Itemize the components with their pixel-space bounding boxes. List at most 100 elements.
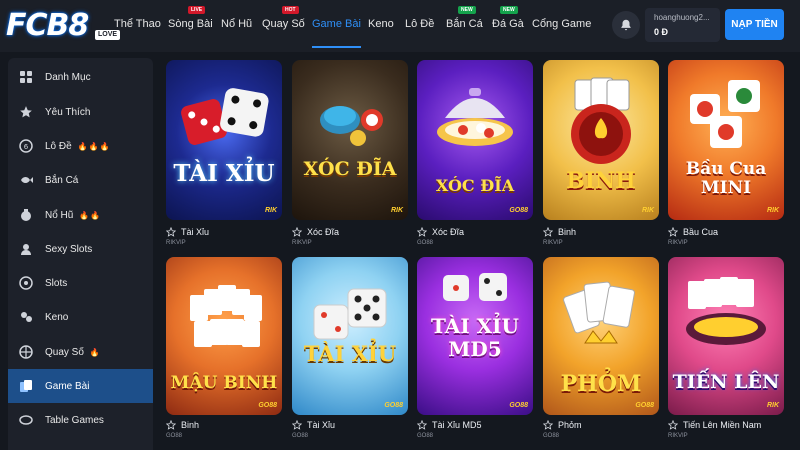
provider-logo: RIK bbox=[766, 402, 779, 409]
provider-logo: RIK bbox=[390, 207, 403, 214]
sidebar-item-label: Yêu Thích bbox=[45, 106, 91, 118]
game-name: Binh bbox=[181, 420, 200, 430]
deposit-button[interactable]: NẠP TIỀN bbox=[725, 9, 784, 40]
baucua-dice-icon bbox=[690, 80, 760, 148]
provider-logo: RIK bbox=[641, 207, 654, 214]
favorite-star-icon[interactable] bbox=[417, 420, 427, 430]
sidebar-item-keno[interactable]: Keno bbox=[8, 300, 153, 334]
site-logo[interactable]: FCB8 LOVE bbox=[6, 8, 121, 43]
sidebar-item-slots[interactable]: Slots bbox=[8, 266, 153, 300]
keno-icon bbox=[18, 309, 34, 325]
nav-song-bai[interactable]: Sòng Bài LIVE bbox=[168, 6, 213, 31]
notification-bell-icon[interactable] bbox=[612, 11, 640, 39]
provider-logo: GO88 bbox=[509, 207, 528, 214]
sidebar-item-label: Danh Mục bbox=[45, 71, 91, 83]
sidebar-item-ban-ca[interactable]: Bắn Cá bbox=[8, 163, 153, 197]
fish-icon bbox=[18, 172, 34, 188]
fire-icon: 🔥 bbox=[89, 347, 101, 357]
nav-ban-ca[interactable]: Bắn Cá NEW bbox=[446, 6, 483, 31]
game-card[interactable]: XÓC ĐĨA RIK Xóc Đĩa RIKVIP bbox=[292, 60, 408, 246]
favorite-star-icon[interactable] bbox=[668, 420, 678, 430]
game-provider: RIKVIP bbox=[668, 240, 688, 246]
game-card[interactable]: TÀI XỈU RIK Tài Xỉu RIKVIP bbox=[166, 60, 282, 246]
game-thumbnail[interactable]: PHỎM GO88 bbox=[543, 257, 659, 415]
game-thumbnail[interactable]: BINH RIK bbox=[543, 60, 659, 220]
provider-logo: RIK bbox=[264, 207, 277, 214]
game-thumbnail[interactable]: XÓC ĐĨA GO88 bbox=[417, 60, 533, 220]
sidebar-item-label: Slots bbox=[45, 277, 68, 289]
sidebar-item-yeu-thich[interactable]: Yêu Thích bbox=[8, 95, 153, 129]
sidebar-item-no-hu[interactable]: Nổ Hũ 🔥🔥 bbox=[8, 198, 153, 232]
logo-text: FCB8 bbox=[6, 8, 89, 43]
game-art-title: MẬU BINH bbox=[170, 373, 278, 393]
game-card[interactable]: TIẾN LÊN RIK Tiến Lên Miền Nam RIKVIP bbox=[668, 257, 784, 439]
game-thumbnail[interactable]: MẬU BINH GO88 bbox=[166, 257, 282, 415]
game-art-title: BINH bbox=[566, 168, 636, 194]
favorite-star-icon[interactable] bbox=[292, 420, 302, 430]
game-provider: GO88 bbox=[543, 433, 560, 439]
game-provider: RIKVIP bbox=[668, 433, 688, 439]
favorite-star-icon[interactable] bbox=[543, 420, 553, 430]
nav-keno[interactable]: Keno bbox=[368, 17, 394, 31]
game-thumbnail[interactable]: Bầu Cua MINI RIK bbox=[668, 60, 784, 220]
game-provider: RIKVIP bbox=[166, 240, 186, 246]
nav-lo-de[interactable]: Lô Đề bbox=[405, 17, 434, 31]
sidebar-item-danh-muc[interactable]: Danh Mục bbox=[8, 60, 153, 94]
lottery-ball-icon: 6 bbox=[18, 138, 34, 154]
game-card[interactable]: TÀI XỈU GO88 Tài Xỉu GO88 bbox=[292, 257, 408, 439]
game-provider: GO88 bbox=[417, 240, 434, 246]
nav-the-thao[interactable]: Thể Thao bbox=[114, 17, 161, 31]
game-name: Tài Xỉu MD5 bbox=[432, 420, 482, 430]
game-art-title: TÀI XỈU bbox=[303, 341, 397, 366]
game-card[interactable]: MẬU BINH GO88 Binh GO88 bbox=[166, 257, 282, 439]
playing-cards-icon bbox=[563, 281, 635, 344]
sidebar-item-table-games[interactable]: Table Games bbox=[8, 403, 153, 437]
new-badge: NEW bbox=[500, 6, 518, 14]
game-provider: GO88 bbox=[417, 433, 434, 439]
nav-game-bai[interactable]: Game Bài bbox=[312, 17, 361, 48]
game-art-title: TÀI XỈU MD5 bbox=[431, 314, 519, 361]
svg-text:6: 6 bbox=[24, 143, 29, 151]
game-art-title: PHỎM bbox=[560, 371, 642, 397]
sidebar-item-quay-so[interactable]: Quay Số 🔥 bbox=[8, 335, 153, 369]
game-thumbnail[interactable]: TÀI XỈU MD5 GO88 bbox=[417, 257, 533, 415]
top-header: FCB8 LOVE Thể Thao Sòng Bài LIVE Nổ Hũ Qu… bbox=[0, 0, 800, 52]
nav-no-hu[interactable]: Nổ Hũ bbox=[221, 17, 252, 31]
grid-icon bbox=[18, 69, 34, 85]
user-account[interactable]: hoanghuong2... 0 Đ bbox=[645, 8, 720, 42]
nav-quay-so[interactable]: Quay Số HOT bbox=[262, 6, 305, 31]
game-name: Binh bbox=[558, 227, 577, 237]
game-thumbnail[interactable]: TIẾN LÊN RIK bbox=[668, 257, 784, 415]
provider-logo: RIK bbox=[766, 207, 779, 214]
game-card[interactable]: BINH RIK Binh RIKVIP bbox=[543, 60, 659, 246]
game-card[interactable]: PHỎM GO88 Phỏm GO88 bbox=[543, 257, 659, 439]
nav-da-ga[interactable]: Đá Gà NEW bbox=[492, 6, 524, 31]
favorite-star-icon[interactable] bbox=[166, 420, 176, 430]
favorite-star-icon[interactable] bbox=[166, 227, 176, 237]
game-provider: GO88 bbox=[292, 433, 309, 439]
star-icon bbox=[18, 104, 34, 120]
sidebar-item-lo-de[interactable]: 6 Lô Đề 🔥🔥🔥 bbox=[8, 129, 153, 163]
sidebar-item-sexy-slots[interactable]: Sexy Slots bbox=[8, 232, 153, 266]
fire-icon: 🔥🔥 bbox=[79, 210, 102, 220]
game-thumbnail[interactable]: TÀI XỈU GO88 bbox=[292, 257, 408, 415]
game-art-title: XÓC ĐĨA bbox=[303, 158, 397, 180]
sidebar-item-label: Bắn Cá bbox=[45, 174, 79, 186]
live-badge: LIVE bbox=[188, 6, 206, 14]
game-provider: RIKVIP bbox=[292, 240, 312, 246]
favorite-star-icon[interactable] bbox=[417, 227, 427, 237]
game-thumbnail[interactable]: XÓC ĐĨA RIK bbox=[292, 60, 408, 220]
favorite-star-icon[interactable] bbox=[292, 227, 302, 237]
nav-cong-game[interactable]: Cổng Game bbox=[532, 17, 591, 31]
game-card[interactable]: Bầu Cua MINI RIK Bầu Cua RIKVIP bbox=[668, 60, 784, 246]
game-card[interactable]: XÓC ĐĨA GO88 Xóc Đĩa GO88 bbox=[417, 60, 533, 246]
sidebar-item-game-bai[interactable]: Game Bài bbox=[8, 369, 153, 403]
game-thumbnail[interactable]: TÀI XỈU RIK bbox=[166, 60, 282, 220]
disc-icon bbox=[320, 106, 383, 146]
sidebar-item-label: Keno bbox=[45, 311, 69, 323]
favorite-star-icon[interactable] bbox=[668, 227, 678, 237]
game-card[interactable]: TÀI XỈU MD5 GO88 Tài Xỉu MD5 GO88 bbox=[417, 257, 533, 439]
bowl-icon bbox=[437, 88, 513, 146]
sidebar-item-label: Table Games bbox=[45, 414, 104, 426]
favorite-star-icon[interactable] bbox=[543, 227, 553, 237]
